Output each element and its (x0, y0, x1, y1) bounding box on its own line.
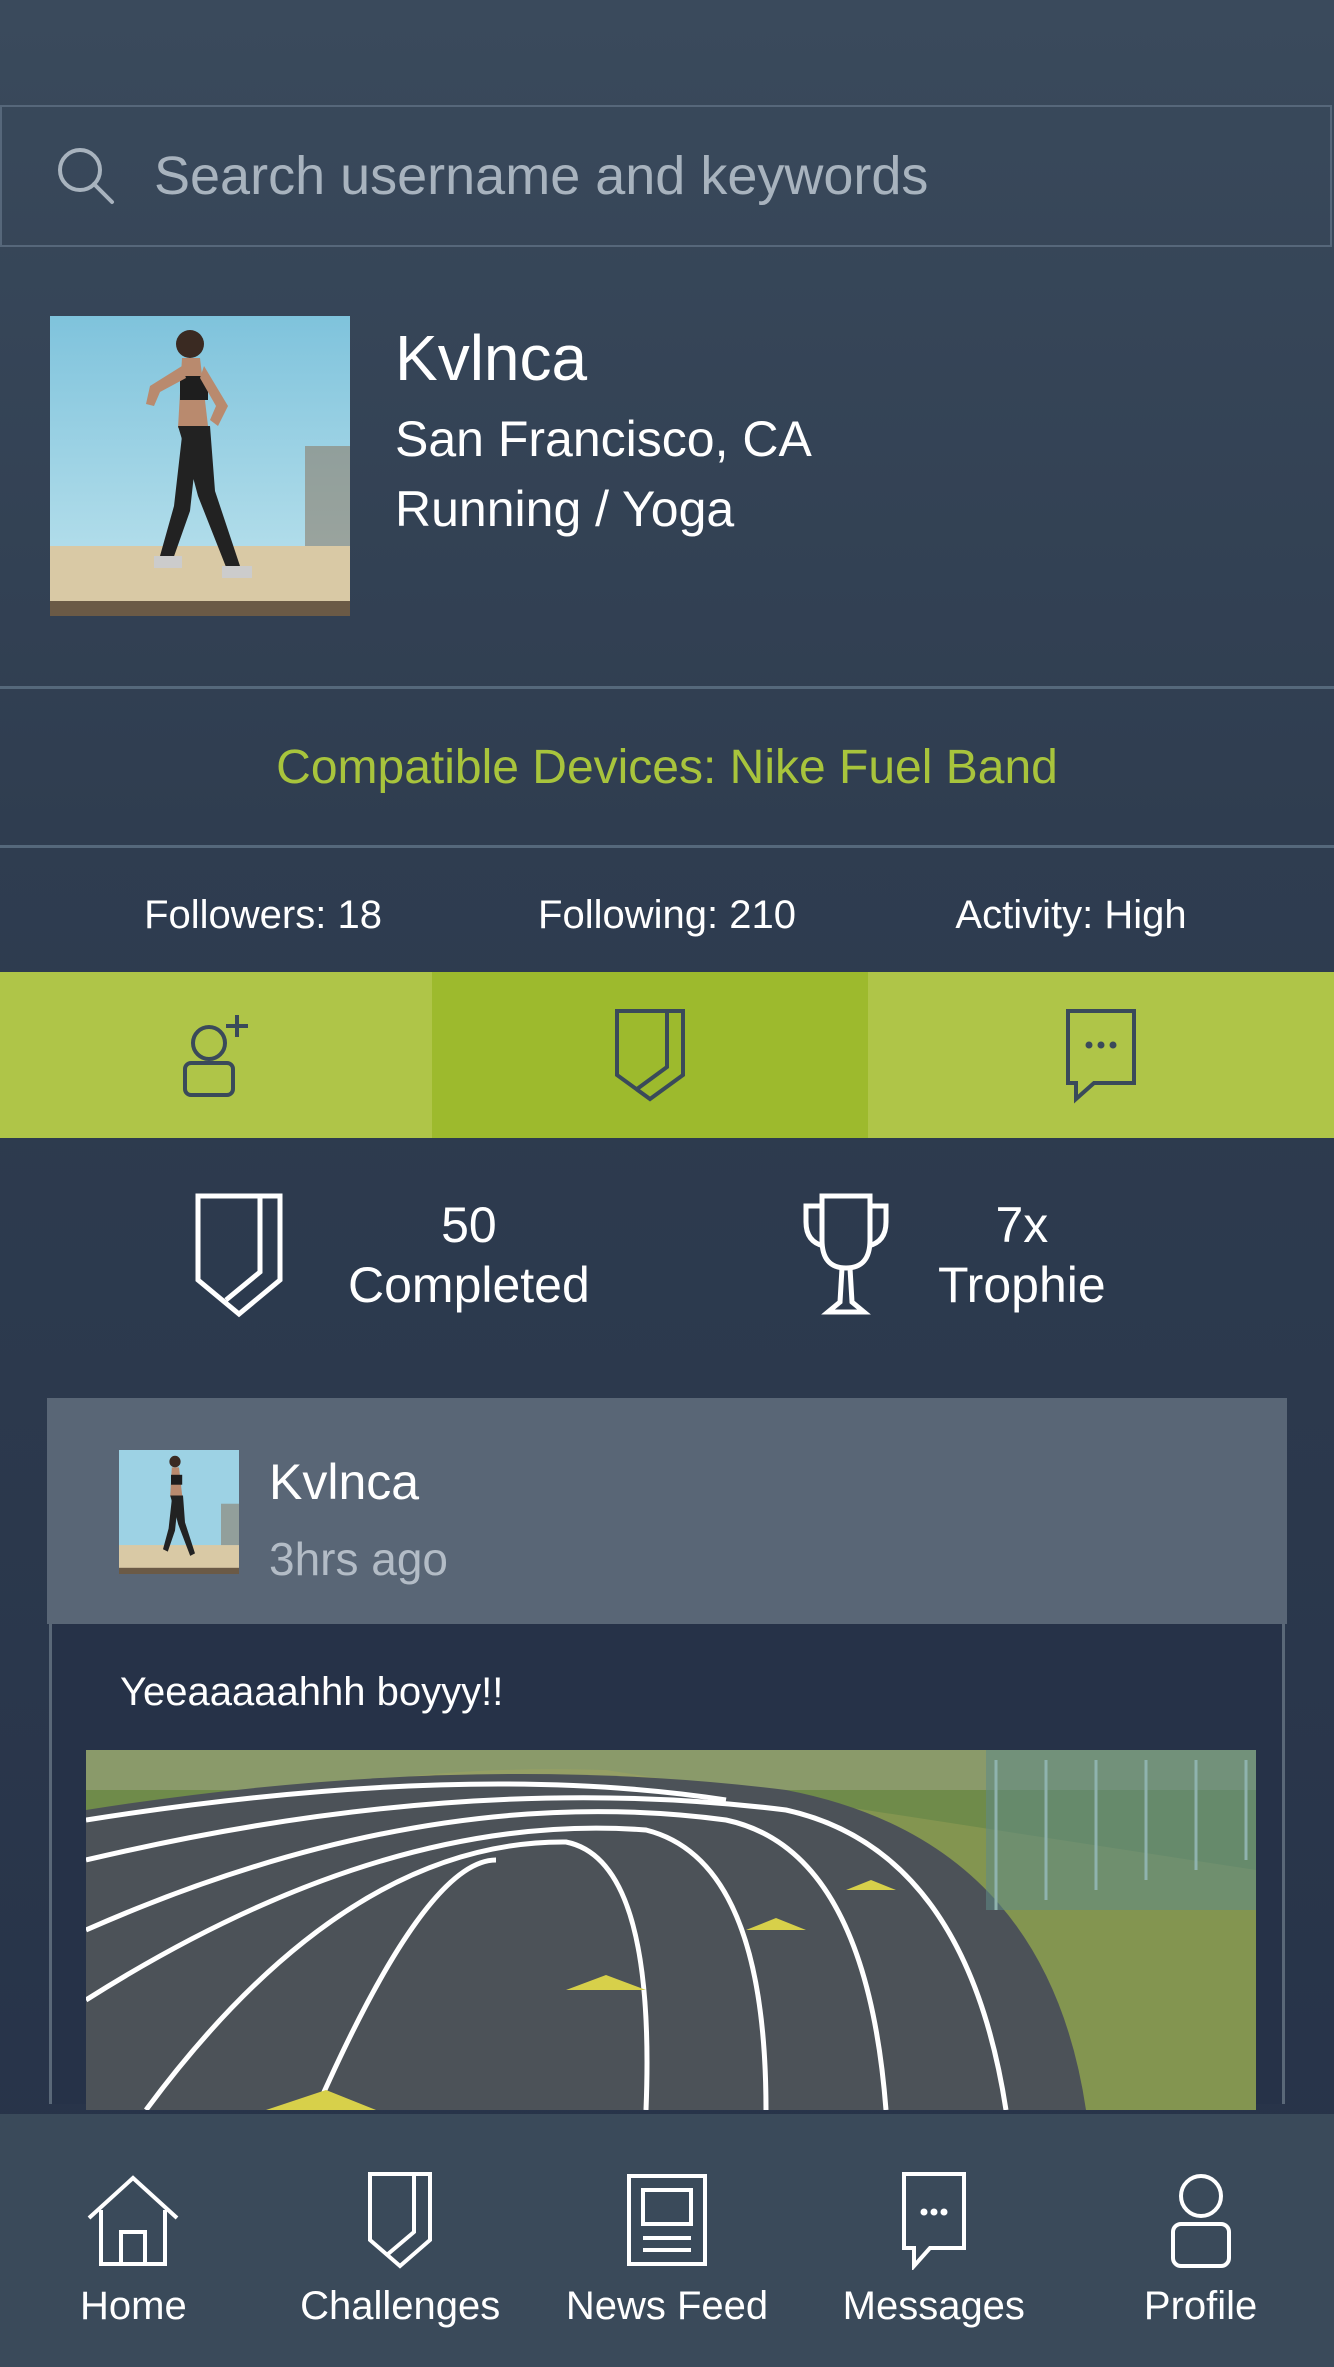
completed-count: 50 (441, 1197, 497, 1253)
tab-home[interactable]: Home (0, 2114, 267, 2367)
activity-level: Activity: High (955, 892, 1187, 937)
avatar[interactable] (50, 316, 350, 616)
person-icon (1170, 2174, 1231, 2268)
post-username[interactable]: Kvlnca (269, 1453, 419, 1511)
achievements: 50 Completed 7x Trophie (0, 1190, 1334, 1340)
search-bar[interactable]: Search username and keywords (0, 105, 1332, 247)
post-avatar[interactable] (119, 1450, 239, 1574)
completed-label: Completed (348, 1257, 590, 1313)
trophies-label: Trophie (938, 1257, 1106, 1313)
profile-activities: Running / Yoga (395, 481, 735, 537)
following-count[interactable]: Following: 210 (526, 893, 808, 938)
compatible-devices: Compatible Devices: Nike Fuel Band (0, 686, 1334, 848)
message-icon (1066, 1009, 1136, 1104)
post-body: Yeeaaaaahhh boyyy!! (49, 1624, 1285, 2110)
challenge-button[interactable] (432, 972, 868, 1138)
post-text: Yeeaaaaahhh boyyy!! (120, 1670, 504, 1714)
action-bar (0, 972, 1334, 1138)
badge-icon (195, 1193, 283, 1318)
add-user-icon (183, 1015, 248, 1097)
tab-messages[interactable]: Messages (800, 2114, 1067, 2367)
search-input[interactable]: Search username and keywords (154, 145, 928, 207)
tab-profile-label: Profile (1143, 2284, 1258, 2328)
tab-news-feed[interactable]: News Feed (534, 2114, 801, 2367)
bottom-tab-bar: Home Challenges News Feed Messages Profi… (0, 2114, 1334, 2367)
followers-count[interactable]: Followers: 18 (0, 893, 526, 938)
tab-messages-label: Messages (842, 2284, 1025, 2328)
profile-username: Kvlnca (395, 322, 588, 394)
completed-stat: 50 Completed (192, 1190, 590, 1320)
tab-challenges[interactable]: Challenges (267, 2114, 534, 2367)
trophies-stat: 7x Trophie (800, 1190, 1106, 1320)
tab-news-feed-label: News Feed (565, 2284, 769, 2328)
search-icon (58, 148, 114, 204)
profile-location: San Francisco, CA (395, 411, 812, 467)
message-icon (901, 2172, 966, 2270)
profile-header: Kvlnca San Francisco, CA Running / Yoga (50, 316, 1284, 616)
badge-icon (615, 1009, 685, 1102)
home-icon (88, 2175, 179, 2266)
follow-button[interactable] (0, 972, 432, 1138)
post-header[interactable]: Kvlnca 3hrs ago (47, 1398, 1287, 1624)
newspaper-icon (626, 2174, 707, 2266)
stats-row: Followers: 18 Following: 210 Activity: H… (0, 860, 1334, 970)
badge-icon (368, 2172, 433, 2269)
tab-profile[interactable]: Profile (1067, 2114, 1334, 2367)
post-image[interactable] (86, 1750, 1256, 2110)
compatible-devices-text: Compatible Devices: Nike Fuel Band (276, 740, 1058, 794)
message-button[interactable] (868, 972, 1334, 1138)
post-timestamp: 3hrs ago (269, 1533, 449, 1585)
trophy-icon (803, 1193, 889, 1315)
tab-challenges-label: Challenges (300, 2284, 501, 2328)
tab-home-label: Home (80, 2284, 187, 2328)
trophies-count: 7x (995, 1197, 1049, 1253)
